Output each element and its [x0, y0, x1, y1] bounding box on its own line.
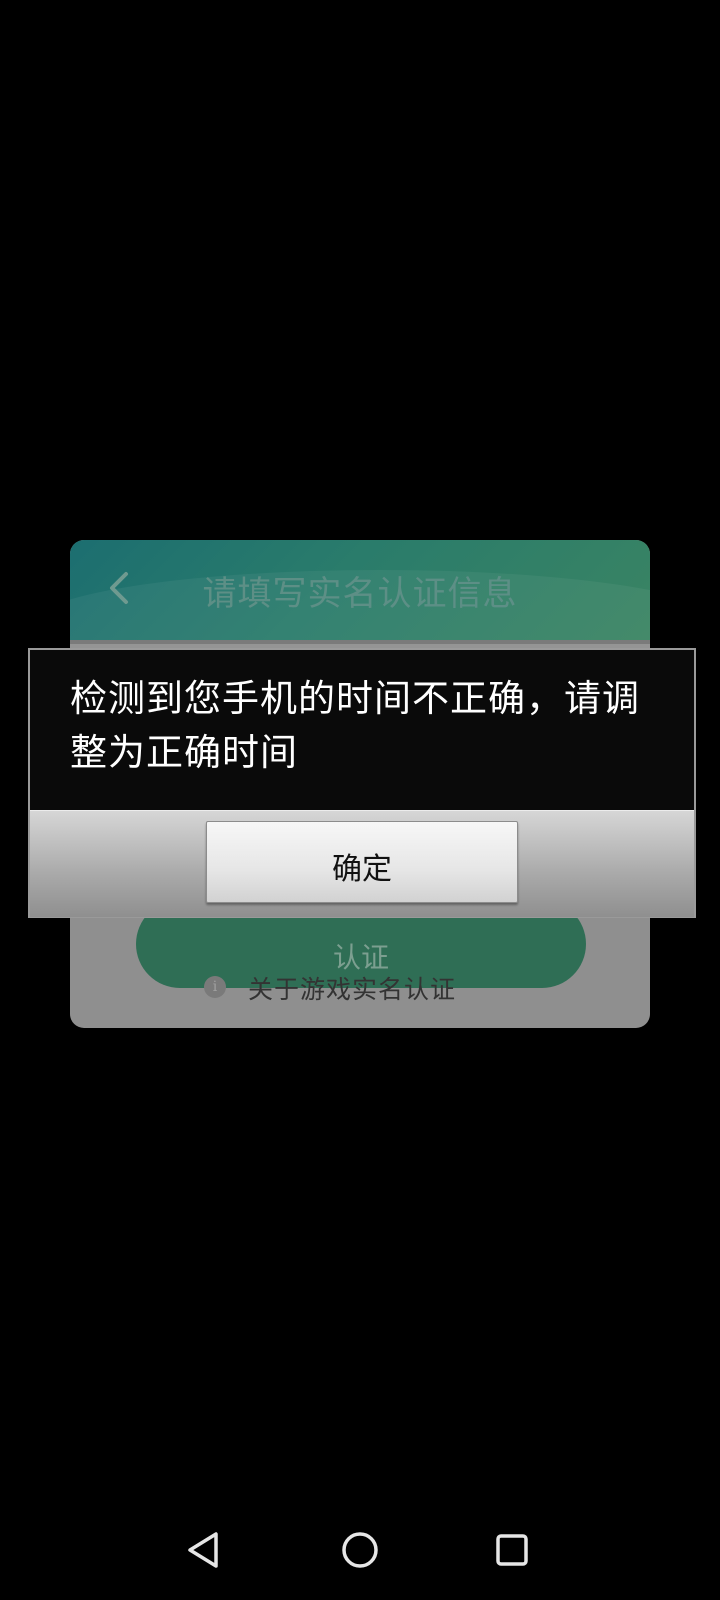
triangle-back-icon[interactable]: [176, 1520, 236, 1580]
card-divider: [70, 640, 650, 644]
card-header: 请填写实名认证信息: [70, 540, 650, 680]
dialog-footer: 确定: [30, 810, 694, 917]
card-title: 请填写实名认证信息: [202, 574, 518, 614]
info-icon: i: [204, 976, 226, 998]
screen: 请填写实名认证信息 认证 i 关于游戏实名认证 检测到您手机的时间不正确，请调整…: [0, 0, 720, 1600]
ok-button-label: 确定: [332, 852, 392, 887]
ok-button[interactable]: 确定: [206, 821, 518, 903]
system-navigation-bar: [0, 1520, 720, 1600]
time-error-dialog: 检测到您手机的时间不正确，请调整为正确时间 确定: [28, 648, 696, 918]
square-recents-icon[interactable]: [482, 1520, 542, 1580]
circle-home-icon[interactable]: [330, 1520, 390, 1580]
dialog-message: 检测到您手机的时间不正确，请调整为正确时间: [70, 677, 640, 774]
about-realname-link[interactable]: i 关于游戏实名认证: [70, 970, 650, 1010]
about-realname-text: 关于游戏实名认证: [248, 975, 457, 1004]
